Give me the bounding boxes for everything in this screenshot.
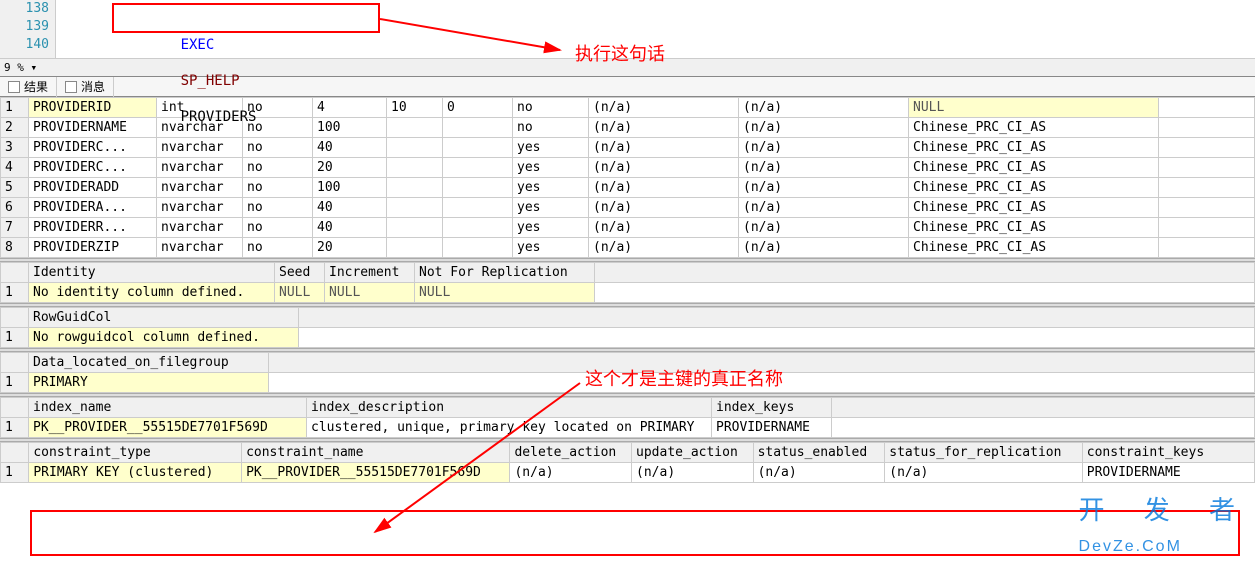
col-header: Seed	[275, 263, 325, 283]
dropdown-icon[interactable]: ▾	[31, 61, 38, 74]
watermark: 开 发 者 DevZe.CoM	[1079, 490, 1251, 558]
tab-label: 消息	[81, 78, 105, 95]
table-row[interactable]: 5PROVIDERADDnvarcharno100yes(n/a)(n/a)Ch…	[1, 178, 1255, 198]
editor-zone: 138 139 140 EXEC SP_HELP PROVIDERS	[0, 0, 1255, 59]
table-row[interactable]: 4PROVIDERC...nvarcharno20yes(n/a)(n/a)Ch…	[1, 158, 1255, 178]
table-row[interactable]: 1 No rowguidcol column defined.	[1, 328, 1255, 348]
editor-body[interactable]: EXEC SP_HELP PROVIDERS	[56, 0, 1255, 58]
col-header: constraint_name	[242, 443, 510, 463]
col-header: status_enabled	[753, 443, 885, 463]
constraint-grid[interactable]: constraint_type constraint_name delete_a…	[0, 442, 1255, 483]
table-row[interactable]: 1 No identity column defined. NULL NULL …	[1, 283, 1255, 303]
annotation-box-constraint	[30, 510, 1240, 556]
keyword-exec: EXEC	[181, 37, 215, 53]
table-row[interactable]: 8PROVIDERZIPnvarcharno20yes(n/a)(n/a)Chi…	[1, 238, 1255, 258]
table-row[interactable]: 6PROVIDERA...nvarcharno40yes(n/a)(n/a)Ch…	[1, 198, 1255, 218]
col-header: Not For Replication	[415, 263, 595, 283]
col-header: status_for_replication	[885, 443, 1083, 463]
line-number: 140	[0, 36, 49, 54]
table-row[interactable]: 1 PRIMARY KEY (clustered) PK__PROVIDER__…	[1, 463, 1255, 483]
col-header: delete_action	[510, 443, 632, 463]
col-header: index_name	[29, 398, 307, 418]
line-number: 139	[0, 18, 49, 36]
tab-messages[interactable]: 消息	[57, 77, 114, 97]
col-header: Data_located_on_filegroup	[29, 353, 269, 373]
col-header: index_keys	[712, 398, 832, 418]
tab-label: 结果	[24, 78, 48, 95]
rowguid-grid[interactable]: RowGuidCol 1 No rowguidcol column define…	[0, 307, 1255, 348]
code-argument: PROVIDERS	[181, 109, 257, 125]
stored-proc: SP_HELP	[181, 73, 240, 89]
table-row[interactable]: 1 PRIMARY	[1, 373, 1255, 393]
filegroup-grid[interactable]: Data_located_on_filegroup 1 PRIMARY	[0, 352, 1255, 393]
tab-results[interactable]: 结果	[0, 77, 57, 97]
index-grid[interactable]: index_name index_description index_keys …	[0, 397, 1255, 438]
col-header: Identity	[29, 263, 275, 283]
messages-icon	[65, 81, 77, 93]
col-header: index_description	[307, 398, 712, 418]
col-header: update_action	[632, 443, 754, 463]
line-number-gutter: 138 139 140	[0, 0, 56, 58]
table-row[interactable]: 7PROVIDERR...nvarcharno40yes(n/a)(n/a)Ch…	[1, 218, 1255, 238]
col-header: constraint_keys	[1082, 443, 1254, 463]
zoom-value: 9 %	[4, 61, 24, 74]
col-header: constraint_type	[29, 443, 242, 463]
col-header: Increment	[325, 263, 415, 283]
identity-grid[interactable]: Identity Seed Increment Not For Replicat…	[0, 262, 1255, 303]
table-row[interactable]: 1 PK__PROVIDER__55515DE7701F569D cluster…	[1, 418, 1255, 438]
table-row[interactable]: 3PROVIDERC...nvarcharno40yes(n/a)(n/a)Ch…	[1, 138, 1255, 158]
col-header: RowGuidCol	[29, 308, 299, 328]
line-number: 138	[0, 0, 49, 18]
grid-icon	[8, 81, 20, 93]
